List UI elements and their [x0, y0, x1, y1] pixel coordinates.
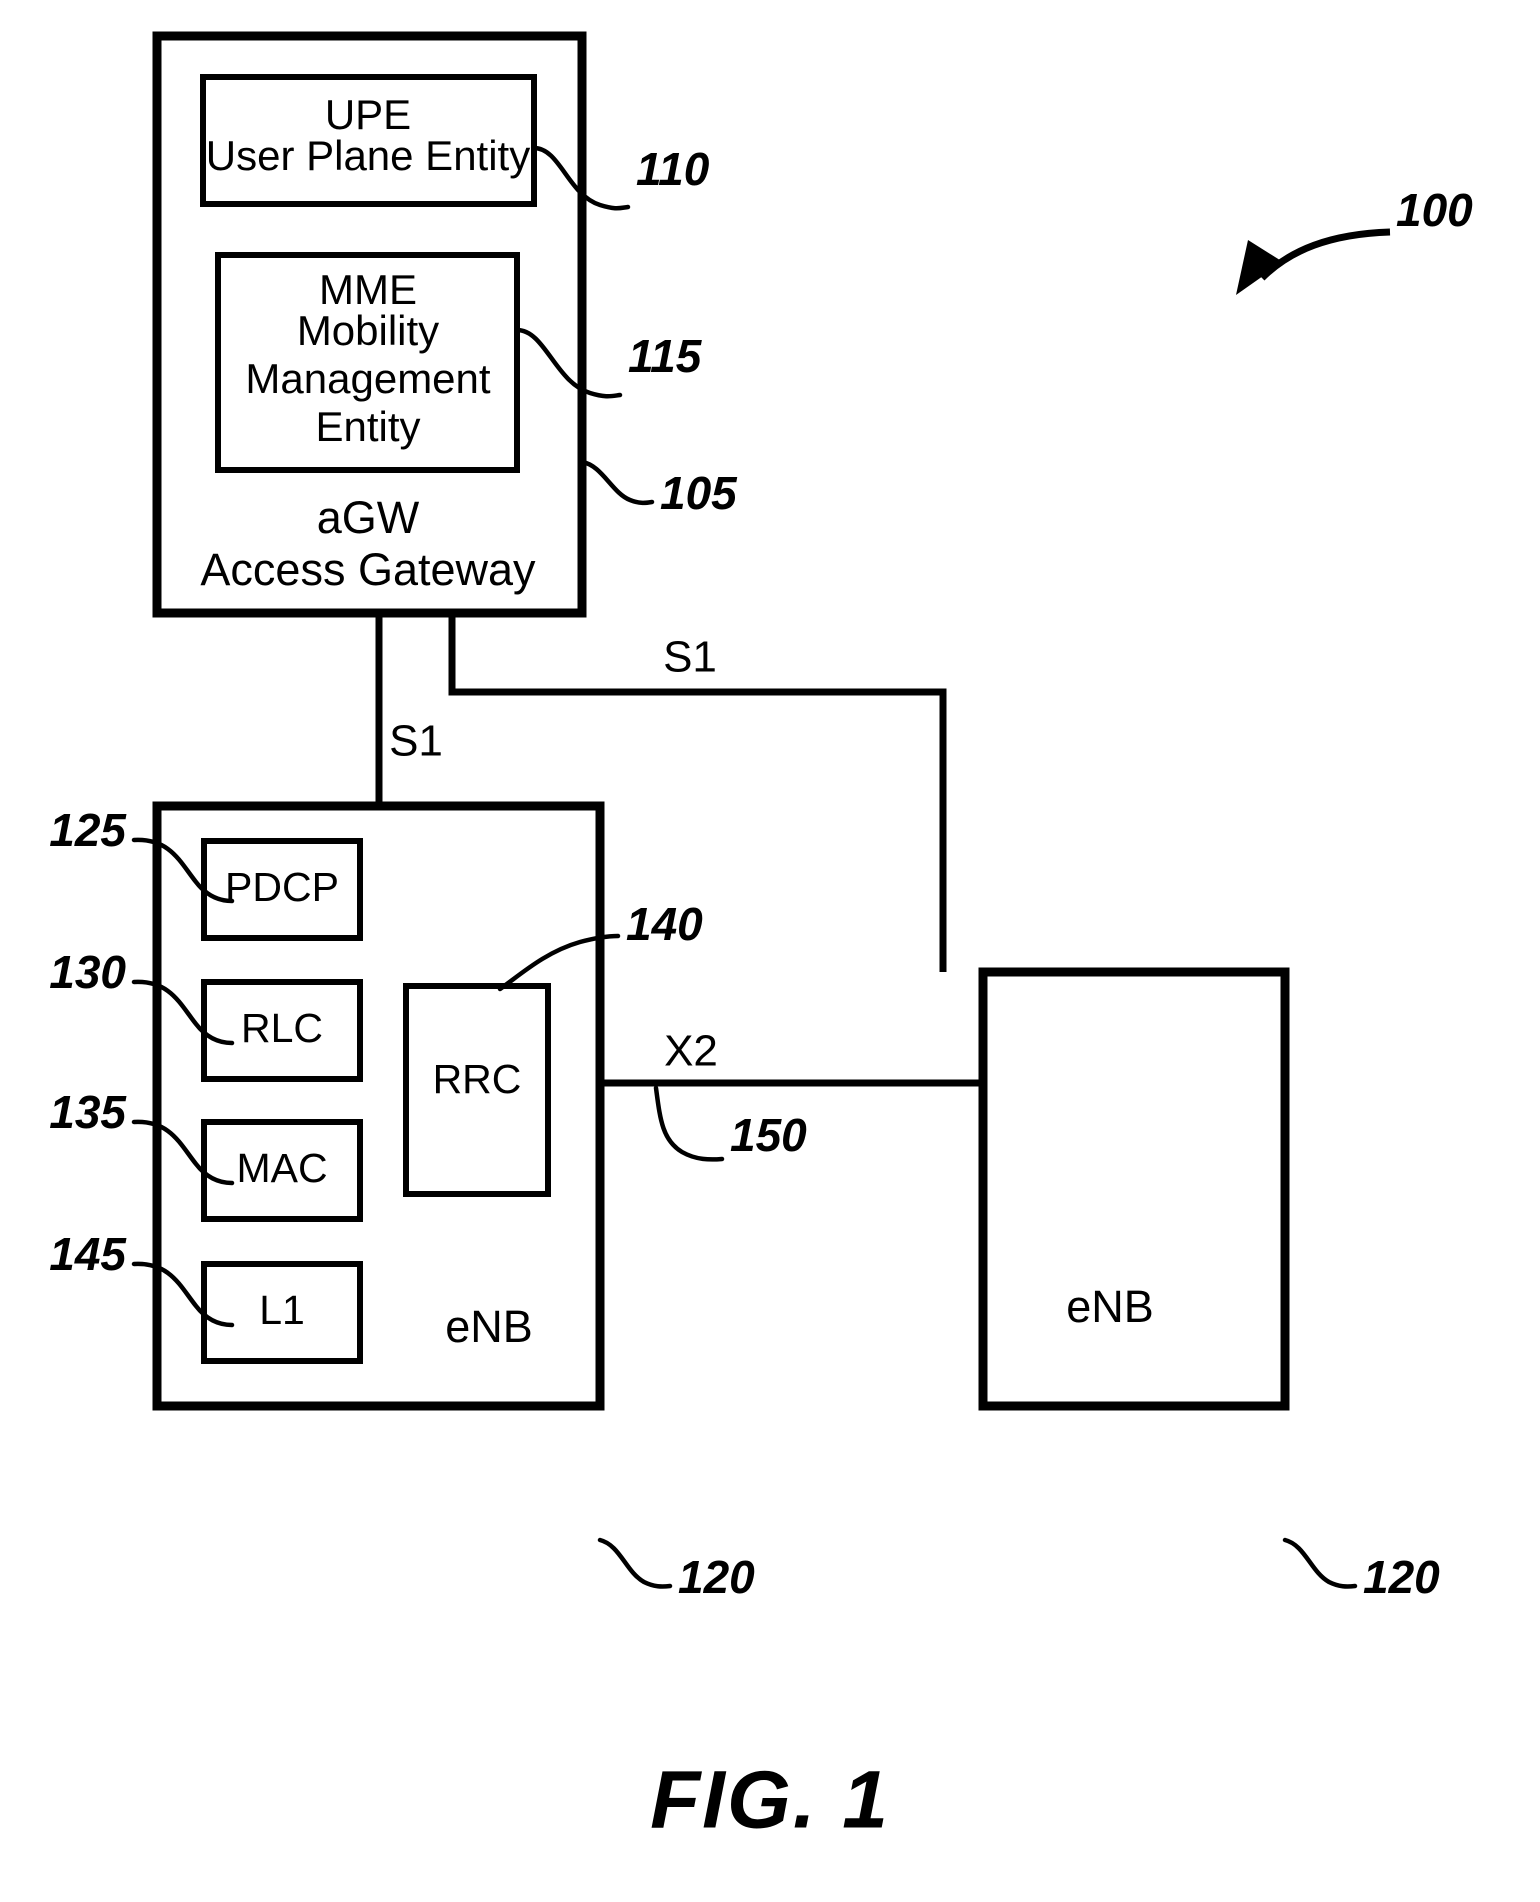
ref-125-leader — [131, 837, 235, 904]
system-100-arrow-curve — [1259, 228, 1391, 281]
l1-label: L1 — [259, 1287, 305, 1333]
ref-145-label: 145 — [49, 1228, 127, 1280]
s1-left-label: S1 — [389, 717, 443, 766]
ref-120-left-label: 120 — [678, 1551, 755, 1603]
upe-label-line-0: UPE — [325, 91, 411, 138]
rrc-label: RRC — [433, 1056, 522, 1102]
ref-120-left-leader — [597, 1537, 673, 1589]
ref-145-leader — [131, 1261, 235, 1328]
ref-110-label: 110 — [636, 143, 710, 195]
ref-105-label: 105 — [660, 467, 738, 519]
pdcp-label: PDCP — [225, 864, 339, 910]
ref-125-label: 125 — [49, 804, 127, 856]
ref-115-label: 115 — [628, 330, 703, 382]
enb-left-abbrev-label: eNB — [445, 1301, 533, 1352]
ref-135-label: 135 — [49, 1086, 127, 1138]
system-100-label: 100 — [1396, 184, 1473, 236]
figure-canvas: UPE User Plane Entity MME Mobility Manag… — [49, 31, 1473, 1846]
ref-140-label: 140 — [626, 898, 703, 950]
x2-label: X2 — [664, 1027, 718, 1076]
ref-120-right-leader — [1282, 1537, 1358, 1589]
patent-figure: UPE User Plane Entity MME Mobility Manag… — [0, 0, 1540, 1902]
enb-right-box — [978, 967, 1290, 1411]
mac-label: MAC — [236, 1145, 327, 1191]
rlc-label: RLC — [241, 1005, 323, 1051]
mme-label-line-0: MME — [319, 266, 417, 313]
s1-top-label: S1 — [663, 633, 717, 682]
upe-label-line-1: User Plane Entity — [206, 132, 530, 179]
ref-130-leader — [131, 979, 235, 1046]
agw-abbrev-label: aGW — [317, 492, 420, 543]
ref-150-label: 150 — [730, 1109, 807, 1161]
ref-115-leader — [514, 327, 623, 399]
agw-full-label: Access Gateway — [200, 544, 536, 595]
ref-105-leader — [579, 459, 655, 506]
enb-right-abbrev-label: eNB — [1066, 1281, 1154, 1332]
mme-label-line-2: Management — [245, 355, 490, 402]
ref-130-label: 130 — [49, 946, 126, 998]
ref-135-leader — [131, 1119, 235, 1186]
ref-120-right-label: 120 — [1363, 1551, 1440, 1603]
mme-label-line-1: Mobility — [297, 307, 439, 354]
enb-left-box — [152, 801, 605, 1411]
figure-caption: FIG. 1 — [650, 1755, 890, 1846]
mme-label-line-3: Entity — [315, 403, 420, 450]
ref-150-leader — [653, 1085, 725, 1162]
